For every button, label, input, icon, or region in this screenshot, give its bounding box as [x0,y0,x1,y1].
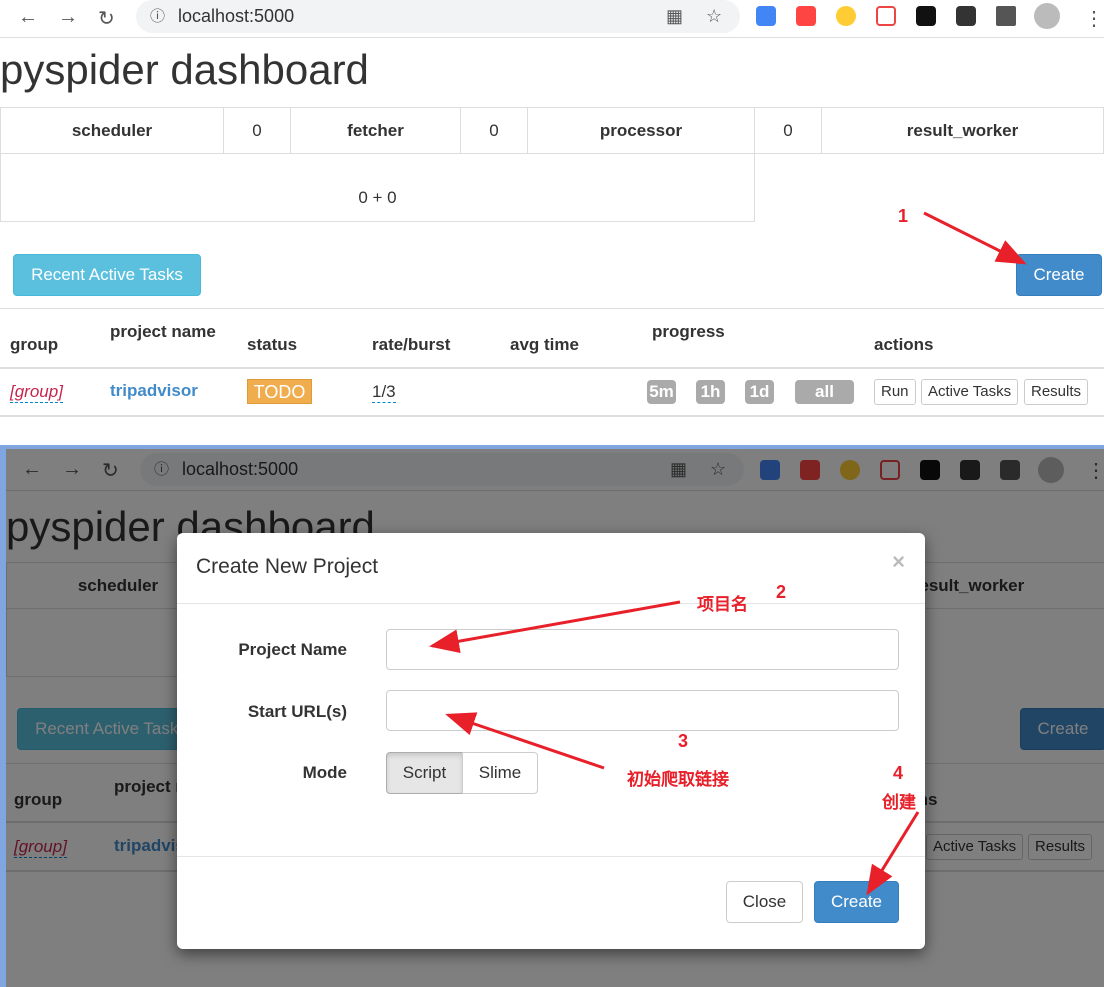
annotation-3: 3 [678,731,689,751]
annotation-3-text: 初始爬取链接 [627,770,729,789]
annotation-2-text: 项目名 [697,595,748,614]
arrow-1 [923,211,1027,265]
annotation-4: 4 [893,763,904,783]
arrow-4 [866,811,920,896]
annotation-1: 1 [898,206,909,226]
annotation-4-text: 创建 [882,793,916,812]
annotation-arrows [429,211,1027,896]
annotation-2: 2 [776,582,787,602]
arrow-2 [429,600,681,654]
arrow-3 [445,712,605,770]
